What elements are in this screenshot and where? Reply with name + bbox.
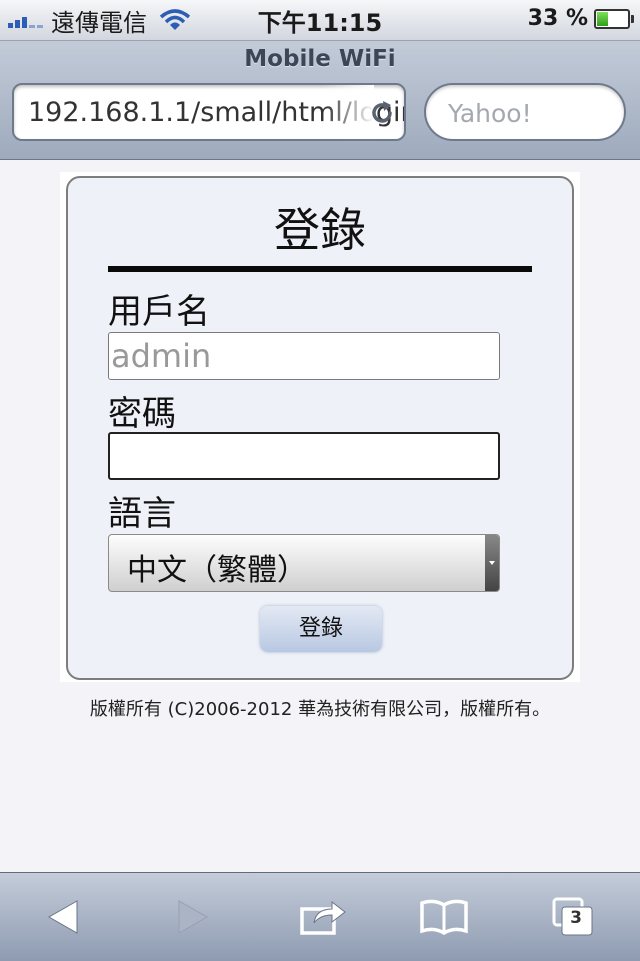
language-selected-value: 中文（繁體） bbox=[127, 553, 307, 588]
username-label: 用戶名 bbox=[108, 292, 210, 332]
bookmarks-icon bbox=[420, 899, 468, 936]
back-arrow-icon bbox=[47, 900, 78, 934]
search-placeholder: Yahoo! bbox=[448, 99, 532, 128]
battery-icon bbox=[594, 8, 634, 29]
forward-button[interactable] bbox=[142, 873, 242, 961]
password-label: 密碼 bbox=[108, 394, 176, 434]
bookmarks-button[interactable] bbox=[394, 873, 494, 961]
tab-count: 3 bbox=[570, 908, 582, 928]
browser-toolbar bbox=[0, 872, 640, 961]
title-divider bbox=[108, 266, 532, 272]
url-bar[interactable]: 192.168.1.1/small/html/login.html bbox=[12, 83, 406, 141]
carrier-name: 遠傳電信 bbox=[51, 8, 147, 37]
language-select[interactable]: 中文（繁體） bbox=[108, 534, 500, 592]
share-icon bbox=[300, 900, 346, 935]
forward-arrow-icon bbox=[178, 900, 209, 934]
back-button[interactable] bbox=[14, 873, 114, 961]
battery-indicator: 33 % bbox=[527, 6, 634, 31]
copyright-text: 版權所有 (C)2006-2012 華為技術有限公司，版權所有。 bbox=[89, 699, 551, 720]
reload-icon[interactable] bbox=[368, 99, 396, 127]
login-title: 登錄 bbox=[274, 203, 366, 257]
page-title: Mobile WiFi bbox=[244, 46, 396, 72]
login-card: 登錄 用戶名 admin 密碼 語言 中文（繁體） 登錄 bbox=[66, 176, 574, 680]
url-fade bbox=[324, 85, 374, 139]
signal-icon bbox=[8, 12, 45, 28]
wifi-icon bbox=[159, 9, 191, 30]
chevron-down-icon bbox=[485, 535, 499, 591]
battery-fill bbox=[597, 11, 608, 26]
battery-percent: 33 % bbox=[527, 6, 588, 31]
status-bar: 遠傳電信 下午11:15 33 % bbox=[0, 0, 640, 41]
share-button[interactable] bbox=[274, 873, 374, 961]
username-input[interactable]: admin bbox=[108, 332, 500, 380]
language-label: 語言 bbox=[108, 494, 176, 534]
search-bar[interactable]: Yahoo! bbox=[424, 83, 626, 141]
password-input[interactable] bbox=[108, 432, 500, 480]
login-button[interactable]: 登錄 bbox=[260, 606, 382, 652]
browser-header: Mobile WiFi 192.168.1.1/small/html/login… bbox=[0, 41, 640, 160]
